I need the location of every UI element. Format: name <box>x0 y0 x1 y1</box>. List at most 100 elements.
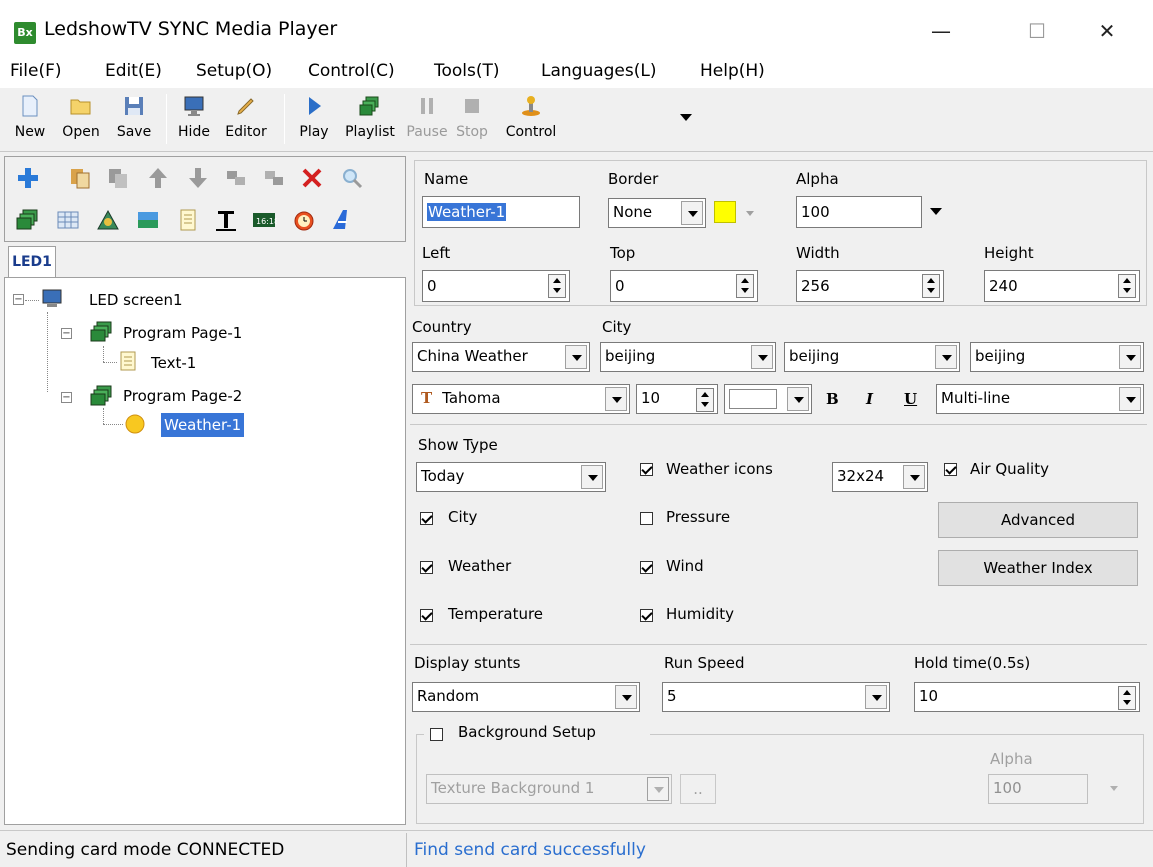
spin-updown-icon[interactable] <box>1118 686 1136 710</box>
magnifier-icon[interactable] <box>339 165 365 191</box>
pause-button[interactable]: Pause <box>404 90 450 150</box>
save-button[interactable]: Save <box>110 90 158 150</box>
open-button[interactable]: Open <box>56 90 106 150</box>
program-page-icon[interactable] <box>15 207 41 233</box>
control-button[interactable]: Control <box>496 90 566 150</box>
picture-icon[interactable] <box>135 207 161 233</box>
advanced-button[interactable]: Advanced <box>938 502 1138 538</box>
close-button[interactable]: ✕ <box>1084 14 1130 48</box>
italic-button[interactable]: I <box>866 390 873 408</box>
animation-icon[interactable] <box>95 207 121 233</box>
background-alpha-input[interactable]: 100 <box>988 774 1088 804</box>
name-input[interactable]: Weather-1 <box>422 196 580 228</box>
menu-control[interactable]: Control(C) <box>308 61 395 81</box>
tree-collapse-toggle[interactable]: − <box>61 392 72 403</box>
menu-edit[interactable]: Edit(E) <box>105 61 162 81</box>
delete-x-icon[interactable] <box>299 165 325 191</box>
hold-time-spin-input[interactable]: 10 <box>914 682 1140 712</box>
texture-background-select[interactable]: Texture Background 1 <box>426 774 672 804</box>
menu-tools[interactable]: Tools(T) <box>434 61 500 81</box>
tree-item-text-1[interactable]: Text-1 <box>151 351 196 375</box>
spin-updown-icon[interactable] <box>696 388 714 412</box>
tree-collapse-toggle[interactable]: − <box>13 294 24 305</box>
menu-setup[interactable]: Setup(O) <box>196 61 272 81</box>
digital-clock-icon[interactable]: 16:18 <box>251 207 277 233</box>
left-spin-input[interactable]: 0 <box>422 270 570 302</box>
new-button[interactable]: New <box>8 90 52 150</box>
font-size-spin-input[interactable]: 10 <box>636 384 718 414</box>
pressure-checkbox[interactable] <box>640 512 653 525</box>
wind-checkbox[interactable] <box>640 561 653 574</box>
run-speed-select[interactable]: 5 <box>662 682 890 712</box>
province-select[interactable]: beijing <box>600 342 776 372</box>
chevron-down-icon <box>581 465 603 489</box>
colorful-text-icon[interactable] <box>329 207 355 233</box>
air-quality-checkbox[interactable] <box>944 463 957 476</box>
move-top-icon[interactable] <box>223 165 249 191</box>
border-color-dropdown-icon[interactable] <box>746 211 754 216</box>
height-spin-input[interactable]: 240 <box>984 270 1140 302</box>
country-select[interactable]: China Weather <box>412 342 590 372</box>
spin-updown-icon[interactable] <box>922 274 940 298</box>
tree-item-weather-1[interactable]: Weather-1 <box>161 413 245 437</box>
top-label: Top <box>610 244 636 262</box>
underline-button[interactable]: U <box>904 390 917 408</box>
move-down-arrow-icon[interactable] <box>185 165 211 191</box>
weather-icons-checkbox[interactable] <box>640 463 653 476</box>
city-checkbox[interactable] <box>420 512 433 525</box>
hide-button[interactable]: Hide <box>172 90 216 150</box>
tree-item-led-screen[interactable]: LED screen1 <box>89 288 183 312</box>
width-spin-input[interactable]: 256 <box>796 270 944 302</box>
tree-connector <box>103 424 123 425</box>
single-line-text-icon[interactable] <box>213 207 239 233</box>
weather-checkbox[interactable] <box>420 561 433 574</box>
play-button[interactable]: Play <box>292 90 336 150</box>
bold-button[interactable]: B <box>826 390 839 408</box>
left-value: 0 <box>427 277 437 295</box>
copy-icon[interactable] <box>67 165 93 191</box>
district-value: beijing <box>975 347 1026 365</box>
tree-item-program-page-1[interactable]: Program Page-1 <box>123 321 242 345</box>
city-select[interactable]: beijing <box>784 342 960 372</box>
playlist-button[interactable]: Playlist <box>340 90 400 150</box>
font-color-select[interactable] <box>724 384 812 414</box>
spin-updown-icon[interactable] <box>736 274 754 298</box>
browse-background-button[interactable]: .. <box>680 774 716 804</box>
tab-led1[interactable]: LED1 <box>8 246 56 278</box>
alpha-input[interactable]: 100 <box>796 196 922 228</box>
move-bottom-icon[interactable] <box>261 165 287 191</box>
border-color-swatch[interactable] <box>714 201 736 223</box>
toolbar-more-dropdown[interactable] <box>680 114 692 121</box>
table-icon[interactable] <box>55 207 81 233</box>
editor-button[interactable]: Editor <box>218 90 274 150</box>
background-setup-checkbox[interactable] <box>430 728 443 741</box>
spin-updown-icon[interactable] <box>1118 274 1136 298</box>
minimize-button[interactable]: — <box>918 14 964 48</box>
line-mode-select[interactable]: Multi-line <box>936 384 1144 414</box>
spin-updown-icon[interactable] <box>548 274 566 298</box>
menu-file[interactable]: File(F) <box>10 61 62 81</box>
menu-languages[interactable]: Languages(L) <box>541 61 657 81</box>
alarm-clock-icon[interactable] <box>291 207 317 233</box>
alpha-dropdown-icon[interactable] <box>930 208 942 215</box>
font-select[interactable]: T Tahoma <box>412 384 630 414</box>
background-alpha-dropdown-icon[interactable] <box>1110 786 1118 791</box>
top-spin-input[interactable]: 0 <box>610 270 758 302</box>
paste-icon[interactable] <box>105 165 131 191</box>
show-type-select[interactable]: Today <box>416 462 606 492</box>
add-plus-icon[interactable] <box>15 165 41 191</box>
tree-item-program-page-2[interactable]: Program Page-2 <box>123 384 242 408</box>
weather-index-button[interactable]: Weather Index <box>938 550 1138 586</box>
border-select[interactable]: None <box>608 198 706 228</box>
humidity-checkbox[interactable] <box>640 609 653 622</box>
text-document-icon[interactable] <box>175 207 201 233</box>
district-select[interactable]: beijing <box>970 342 1144 372</box>
icon-size-select[interactable]: 32x24 <box>832 462 928 492</box>
maximize-button[interactable]: ☐ <box>1014 14 1060 48</box>
menu-help[interactable]: Help(H) <box>700 61 765 81</box>
display-stunts-select[interactable]: Random <box>412 682 640 712</box>
temperature-checkbox[interactable] <box>420 609 433 622</box>
tree-collapse-toggle[interactable]: − <box>61 328 72 339</box>
move-up-arrow-icon[interactable] <box>145 165 171 191</box>
stop-button[interactable]: Stop <box>452 90 492 150</box>
